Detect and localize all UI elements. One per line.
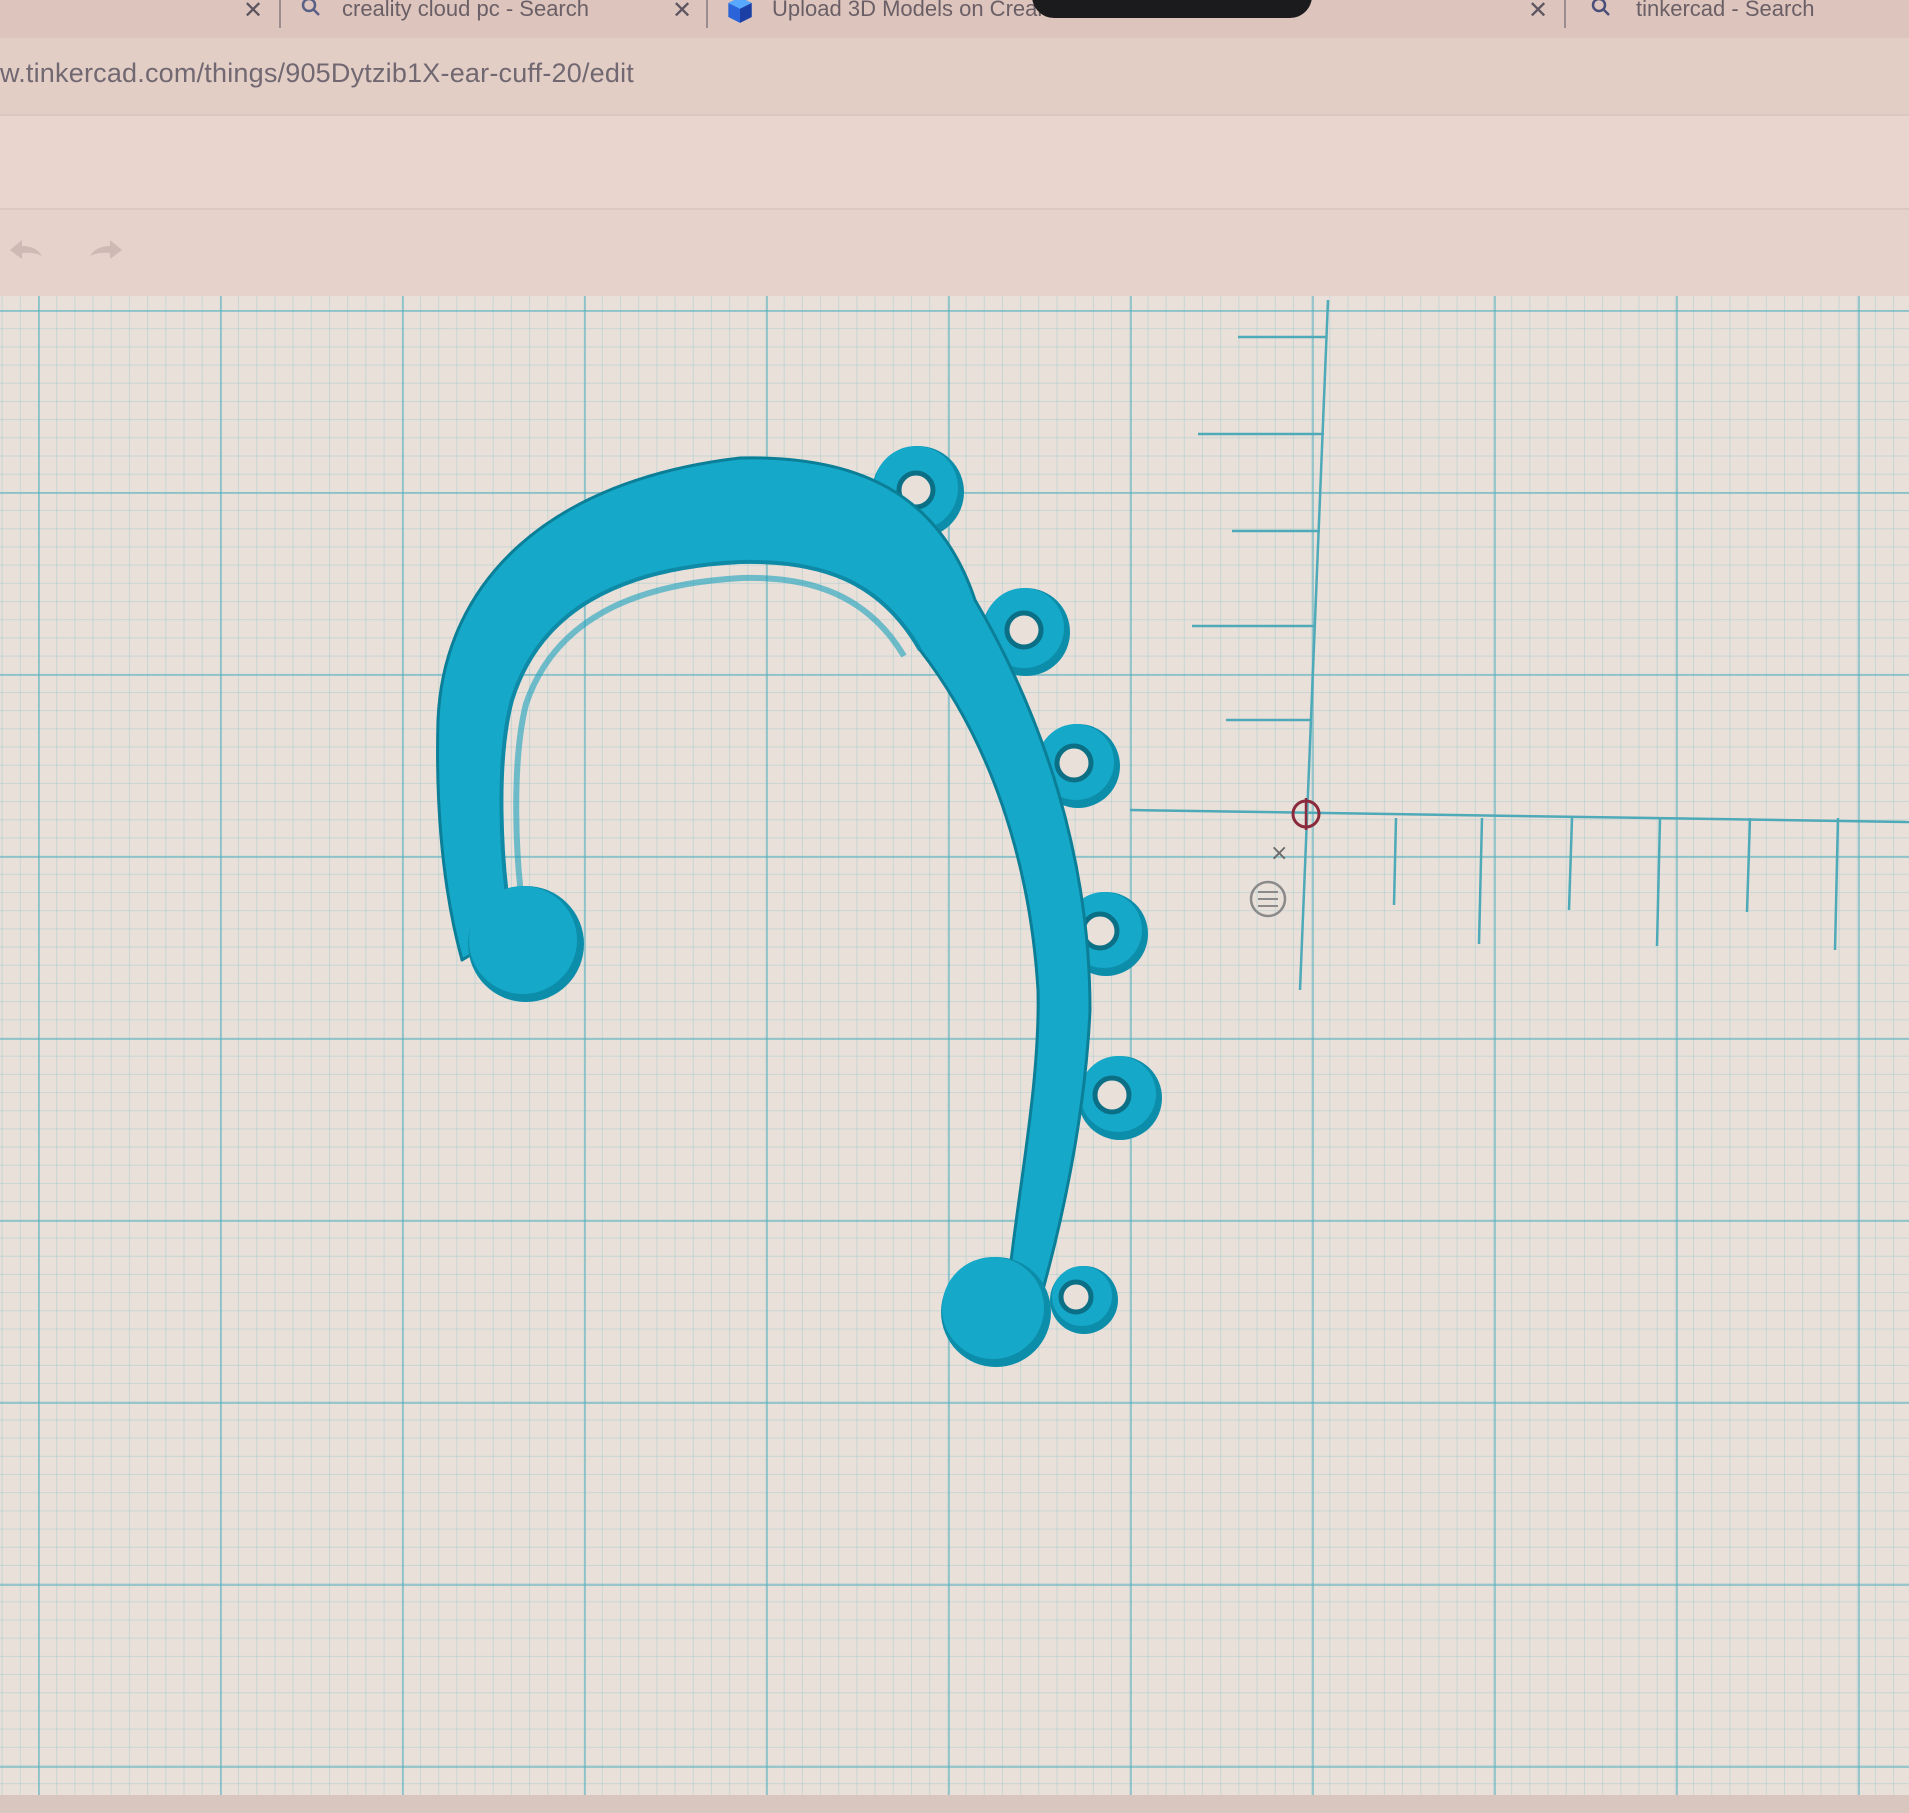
overlay-notification <box>1032 0 1312 18</box>
ruler-menu-icon[interactable] <box>1249 880 1287 918</box>
ruler-vertical-axis <box>1298 299 1330 991</box>
tab-separator <box>706 0 708 28</box>
address-bar[interactable]: w.tinkercad.com/things/905Dytzib1X-ear-c… <box>0 38 1909 116</box>
taskbar-edge <box>0 1795 1909 1813</box>
redo-arrow-icon[interactable] <box>82 226 132 276</box>
undo-arrow-icon[interactable] <box>0 226 50 276</box>
creality-cube-icon <box>728 0 752 23</box>
end-ball[interactable] <box>941 1257 1051 1367</box>
tab-label: tinkercad - Search <box>1636 0 1815 21</box>
tab-label: creality cloud pc - Search <box>342 0 589 21</box>
loop-ring[interactable] <box>1050 1266 1118 1334</box>
tab-close-button[interactable]: ✕ <box>243 0 263 24</box>
tinkercad-header <box>0 116 1909 210</box>
tab-separator <box>1564 0 1566 28</box>
tab-tinkercad-search[interactable]: tinkercad - Search <box>1590 0 1815 38</box>
cuff-band[interactable] <box>436 456 1092 1302</box>
ear-cuff-model[interactable] <box>436 446 1162 1367</box>
cuff-inner-bevel <box>513 574 907 931</box>
tab-creality-search[interactable]: creality cloud pc - Search <box>300 0 589 38</box>
url-text[interactable]: w.tinkercad.com/things/905Dytzib1X-ear-c… <box>0 58 634 89</box>
tab-label: Upload 3D Models on Creal <box>772 0 1043 21</box>
tab-creality-upload[interactable]: Upload 3D Models on Creal <box>726 0 1042 38</box>
edit-toolbar <box>0 210 1909 296</box>
search-icon <box>1591 0 1610 16</box>
ruler-horizontal-axis <box>1129 808 1909 824</box>
tab-close-button[interactable]: ✕ <box>672 0 692 24</box>
tab-close-button[interactable]: ✕ <box>1528 0 1548 24</box>
ruler-tool[interactable] <box>1129 299 1909 991</box>
loop-ring[interactable] <box>1078 1056 1162 1140</box>
tab-separator <box>279 0 281 28</box>
close-icon[interactable]: × <box>1270 841 1288 866</box>
browser-tab-strip: ✕ creality cloud pc - Search ✕ Upload 3D… <box>0 0 1909 38</box>
cuff-inner-bevel <box>499 559 922 931</box>
workplane-grid[interactable]: × <box>0 296 1909 1813</box>
workplane-overlay[interactable]: × <box>0 296 1909 1813</box>
end-ball[interactable] <box>468 886 584 1002</box>
search-icon <box>301 0 320 16</box>
tinkercad-window: ✕ creality cloud pc - Search ✕ Upload 3D… <box>0 0 1909 1813</box>
